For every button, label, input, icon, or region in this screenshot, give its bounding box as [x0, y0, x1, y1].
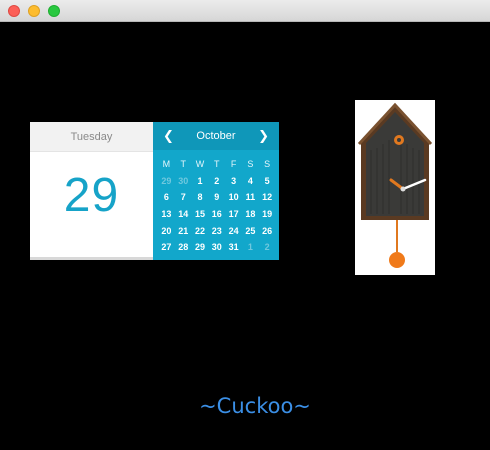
calendar-day-cell[interactable]: 8 — [192, 192, 209, 202]
calendar-day-cell[interactable]: 25 — [242, 226, 259, 236]
calendar-weekday-label: T — [214, 159, 220, 170]
calendar-day-cell[interactable]: 11 — [242, 192, 259, 202]
calendar-day-cell[interactable]: 18 — [242, 209, 259, 219]
calendar-day-cell[interactable]: 21 — [175, 226, 192, 236]
calendar-day-cell[interactable]: 29 — [192, 242, 209, 252]
calendar-weekday-label: T — [180, 159, 186, 170]
calendar-day-cell[interactable]: 20 — [158, 226, 175, 236]
calendar-day-cell[interactable]: 23 — [208, 226, 225, 236]
calendar-day-cell[interactable]: 26 — [259, 226, 276, 236]
app-window: Tuesday 29 ❮ October ❯ M T W T F S S 29 30 1 2 3 4 5 6… — [0, 0, 490, 450]
calendar-date: 29 — [63, 169, 120, 222]
calendar-weekday-label: W — [195, 159, 205, 170]
cuckoo-clock-icon — [357, 102, 433, 268]
chevron-left-icon[interactable]: ❮ — [163, 128, 174, 144]
calendar-day-cell[interactable]: 24 — [225, 226, 242, 236]
calendar-day-name: Tuesday — [30, 122, 153, 152]
calendar-day-cell[interactable]: 4 — [242, 176, 259, 186]
calendar-day-cell[interactable]: 30 — [208, 242, 225, 252]
calendar-day-cell[interactable]: 12 — [259, 192, 276, 202]
calendar-day-cell[interactable]: 6 — [158, 192, 175, 202]
calendar-day-cell[interactable]: 19 — [259, 209, 276, 219]
caption-text: ~Cuckoo~ — [199, 394, 311, 418]
calendar-today-panel: Tuesday 29 — [30, 122, 153, 260]
calendar-day-cell[interactable]: 13 — [158, 209, 175, 219]
calendar-day-cell[interactable]: 28 — [175, 242, 192, 252]
close-button[interactable] — [8, 5, 20, 17]
calendar-day-cell[interactable]: 27 — [158, 242, 175, 252]
calendar-weekday-label: S — [264, 159, 271, 170]
calendar-day-cell[interactable]: 30 — [175, 176, 192, 186]
cuckoo-clock-image — [355, 100, 435, 275]
chevron-right-icon[interactable]: ❯ — [258, 128, 269, 144]
calendar-day-cell[interactable]: 1 — [192, 176, 209, 186]
calendar-day-cell[interactable]: 1 — [242, 242, 259, 252]
calendar-month-header: ❮ October ❯ — [153, 122, 279, 150]
calendar-day-cell[interactable]: 2 — [259, 242, 276, 252]
title-bar — [0, 0, 490, 22]
calendar-day-cell[interactable]: 5 — [259, 176, 276, 186]
calendar-day-cell[interactable]: 10 — [225, 192, 242, 202]
calendar-day-cell[interactable]: 31 — [225, 242, 242, 252]
calendar-day-cell[interactable]: 9 — [208, 192, 225, 202]
minimize-button[interactable] — [28, 5, 40, 17]
calendar-day-cell[interactable]: 16 — [208, 209, 225, 219]
calendar-day-cell[interactable]: 17 — [225, 209, 242, 219]
calendar-widget: Tuesday 29 ❮ October ❯ M T W T F S S 29 30 1 2 3 4 5 6… — [30, 122, 279, 260]
calendar-panel-shadow — [30, 257, 153, 260]
calendar-month-panel: ❮ October ❯ M T W T F S S 29 30 1 2 3 4 5 6 7 8 9 10 11 12 13… — [153, 122, 279, 260]
calendar-day-cell[interactable]: 22 — [192, 226, 209, 236]
calendar-day-cell[interactable]: 2 — [208, 176, 225, 186]
calendar-weekday-label: M — [162, 159, 171, 170]
maximize-button[interactable] — [48, 5, 60, 17]
calendar-day-cell[interactable]: 29 — [158, 176, 175, 186]
calendar-day-cell[interactable]: 14 — [175, 209, 192, 219]
calendar-weekday-label: F — [230, 159, 237, 170]
calendar-day-cell[interactable]: 15 — [192, 209, 209, 219]
calendar-month-name: October — [196, 130, 236, 142]
calendar-day-cell[interactable]: 3 — [225, 176, 242, 186]
calendar-weekday-label: S — [247, 159, 254, 170]
calendar-day-grid: M T W T F S S 29 30 1 2 3 4 5 6 7 8 9 10 11 12 13 14 15 16 17 18 19… — [158, 156, 276, 256]
calendar-day-cell[interactable]: 7 — [175, 192, 192, 202]
